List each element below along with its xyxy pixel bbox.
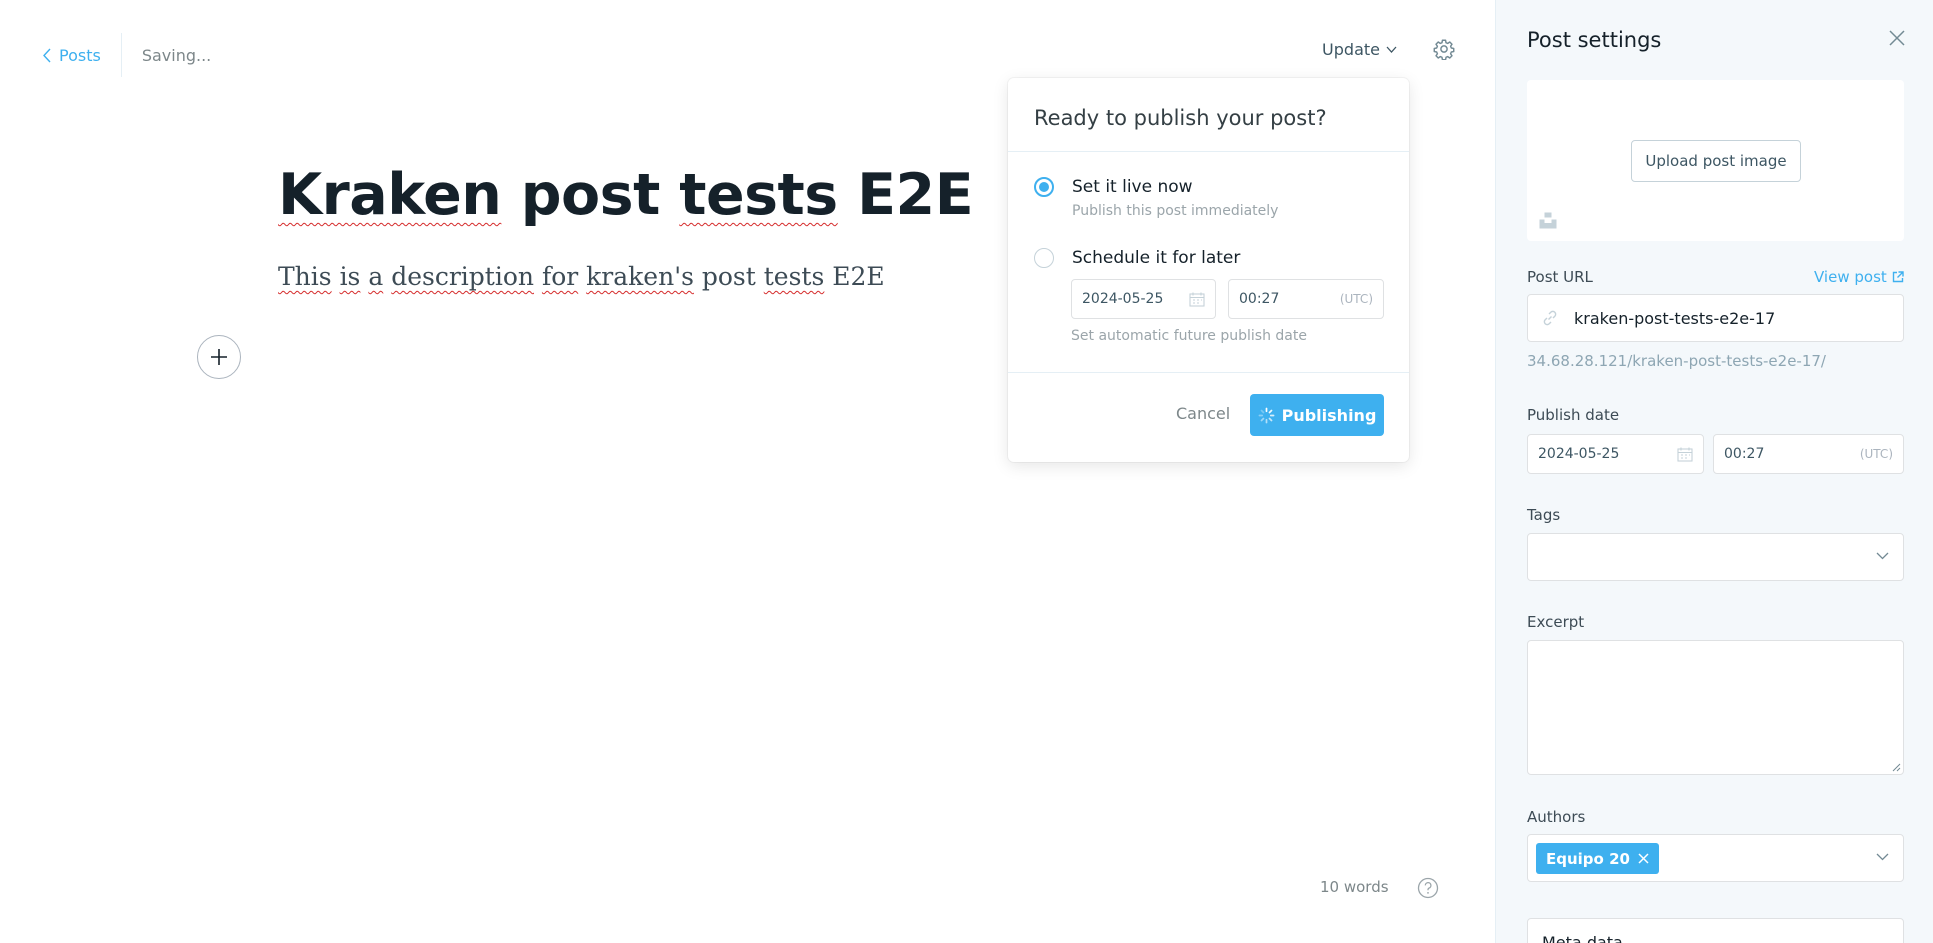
post-full-url: 34.68.28.121/kraken-post-tests-e2e-17/ <box>1527 352 1826 370</box>
remove-author-button[interactable] <box>1638 853 1649 864</box>
title-word: tests <box>679 162 838 228</box>
meta-data-label: Meta data <box>1542 933 1623 943</box>
popover-divider <box>1008 372 1409 373</box>
chevron-left-icon <box>43 48 51 62</box>
author-chip-label: Equipo 20 <box>1546 849 1630 868</box>
editor-topbar-left: Posts Saving... <box>42 33 212 77</box>
cancel-button[interactable]: Cancel <box>1176 404 1230 423</box>
publish-timezone: (UTC) <box>1859 447 1893 461</box>
radio-schedule-later[interactable] <box>1034 248 1054 268</box>
close-settings-button[interactable] <box>1889 30 1905 50</box>
option-schedule-later[interactable]: Schedule it for later <box>1034 248 1240 268</box>
chevron-down-icon <box>1386 46 1397 53</box>
back-to-posts-link[interactable]: Posts <box>42 46 101 65</box>
editor-area: Posts Saving... Update Kraken post tests… <box>0 0 1495 943</box>
post-image-area: Upload post image <box>1527 80 1904 241</box>
radio-publish-now[interactable] <box>1034 177 1054 197</box>
title-word: E2E <box>857 162 974 228</box>
chevron-down-icon <box>1876 853 1889 861</box>
excerpt-label: Excerpt <box>1527 613 1585 631</box>
option-publish-now[interactable]: Set it live now Publish this post immedi… <box>1034 177 1278 219</box>
publish-date-input[interactable]: 2024-05-25 <box>1527 434 1704 474</box>
view-post-label: View post <box>1814 268 1887 286</box>
external-link-icon <box>1892 271 1904 283</box>
schedule-time-input[interactable]: 00:27 (UTC) <box>1228 279 1384 319</box>
title-word: post <box>520 162 661 228</box>
chevron-down-icon <box>1876 552 1889 560</box>
post-url-label: Post URL <box>1527 268 1593 286</box>
add-card-button[interactable] <box>197 335 241 379</box>
schedule-date-value: 2024-05-25 <box>1082 291 1164 307</box>
body-word: E2E <box>832 262 885 291</box>
body-word: a <box>368 262 384 291</box>
spinner-icon <box>1258 407 1275 423</box>
author-chip: Equipo 20 <box>1536 843 1659 874</box>
body-word: description <box>391 262 534 291</box>
calendar-icon <box>1677 447 1693 462</box>
meta-data-card[interactable]: Meta data <box>1527 918 1904 943</box>
publish-time-input[interactable]: 00:27 (UTC) <box>1713 434 1904 474</box>
post-body[interactable]: This is a description for kraken's post … <box>278 262 885 291</box>
body-word: This <box>278 262 332 291</box>
body-word: is <box>339 262 361 291</box>
unsplash-icon <box>1539 212 1557 229</box>
link-icon <box>1543 310 1557 326</box>
schedule-timezone: (UTC) <box>1339 292 1373 306</box>
authors-label: Authors <box>1527 808 1586 826</box>
schedule-time-value: 00:27 <box>1239 291 1280 307</box>
schedule-date-input[interactable]: 2024-05-25 <box>1071 279 1216 319</box>
title-word: Kraken <box>278 162 502 228</box>
tags-select[interactable] <box>1527 533 1904 581</box>
post-url-input[interactable]: kraken-post-tests-e2e-17 <box>1527 294 1904 342</box>
tags-label: Tags <box>1527 506 1561 524</box>
post-title[interactable]: Kraken post tests E2E <box>278 162 974 228</box>
word-count: 10 words <box>1320 878 1389 896</box>
publish-button[interactable]: Publishing <box>1250 394 1384 436</box>
option-later-title: Schedule it for later <box>1072 248 1241 268</box>
schedule-hint: Set automatic future publish date <box>1071 328 1307 344</box>
body-word: for <box>541 262 579 291</box>
editor-topbar-right: Update <box>1322 38 1455 60</box>
settings-gear-button[interactable] <box>1433 38 1455 60</box>
close-icon <box>1889 30 1905 46</box>
option-now-title: Set it live now <box>1072 177 1193 197</box>
body-word: tests <box>763 262 825 291</box>
post-url-value: kraken-post-tests-e2e-17 <box>1574 308 1776 328</box>
post-settings-title: Post settings <box>1527 28 1662 52</box>
close-icon <box>1638 853 1649 864</box>
publish-date-label: Publish date <box>1527 406 1620 424</box>
save-status: Saving... <box>141 45 212 65</box>
publish-popover: Ready to publish your post? Set it live … <box>1008 78 1409 462</box>
publish-date-value: 2024-05-25 <box>1538 446 1620 462</box>
view-post-link[interactable]: View post <box>1814 268 1904 286</box>
topbar-divider <box>120 33 122 77</box>
question-circle-icon <box>1417 877 1439 899</box>
post-settings-panel: Post settings Upload post image Post URL… <box>1495 0 1933 943</box>
body-word: kraken's <box>586 262 694 291</box>
authors-select[interactable]: Equipo 20 <box>1527 834 1904 882</box>
plus-icon <box>211 349 227 365</box>
unsplash-button[interactable] <box>1539 212 1557 233</box>
help-button[interactable] <box>1417 877 1439 903</box>
update-button-label: Update <box>1322 39 1380 59</box>
upload-post-image-button[interactable]: Upload post image <box>1631 140 1801 182</box>
gear-icon <box>1433 39 1455 60</box>
calendar-icon <box>1189 292 1205 307</box>
popover-title: Ready to publish your post? <box>1008 78 1409 152</box>
resize-handle-icon[interactable] <box>1891 762 1901 772</box>
back-link-label: Posts <box>59 45 101 65</box>
option-now-subtitle: Publish this post immediately <box>1072 203 1279 219</box>
publish-time-value: 00:27 <box>1724 446 1765 462</box>
excerpt-textarea[interactable] <box>1527 640 1904 775</box>
update-button[interactable]: Update <box>1322 40 1397 59</box>
body-word: post <box>701 262 756 291</box>
publish-button-label: Publishing <box>1281 405 1377 425</box>
